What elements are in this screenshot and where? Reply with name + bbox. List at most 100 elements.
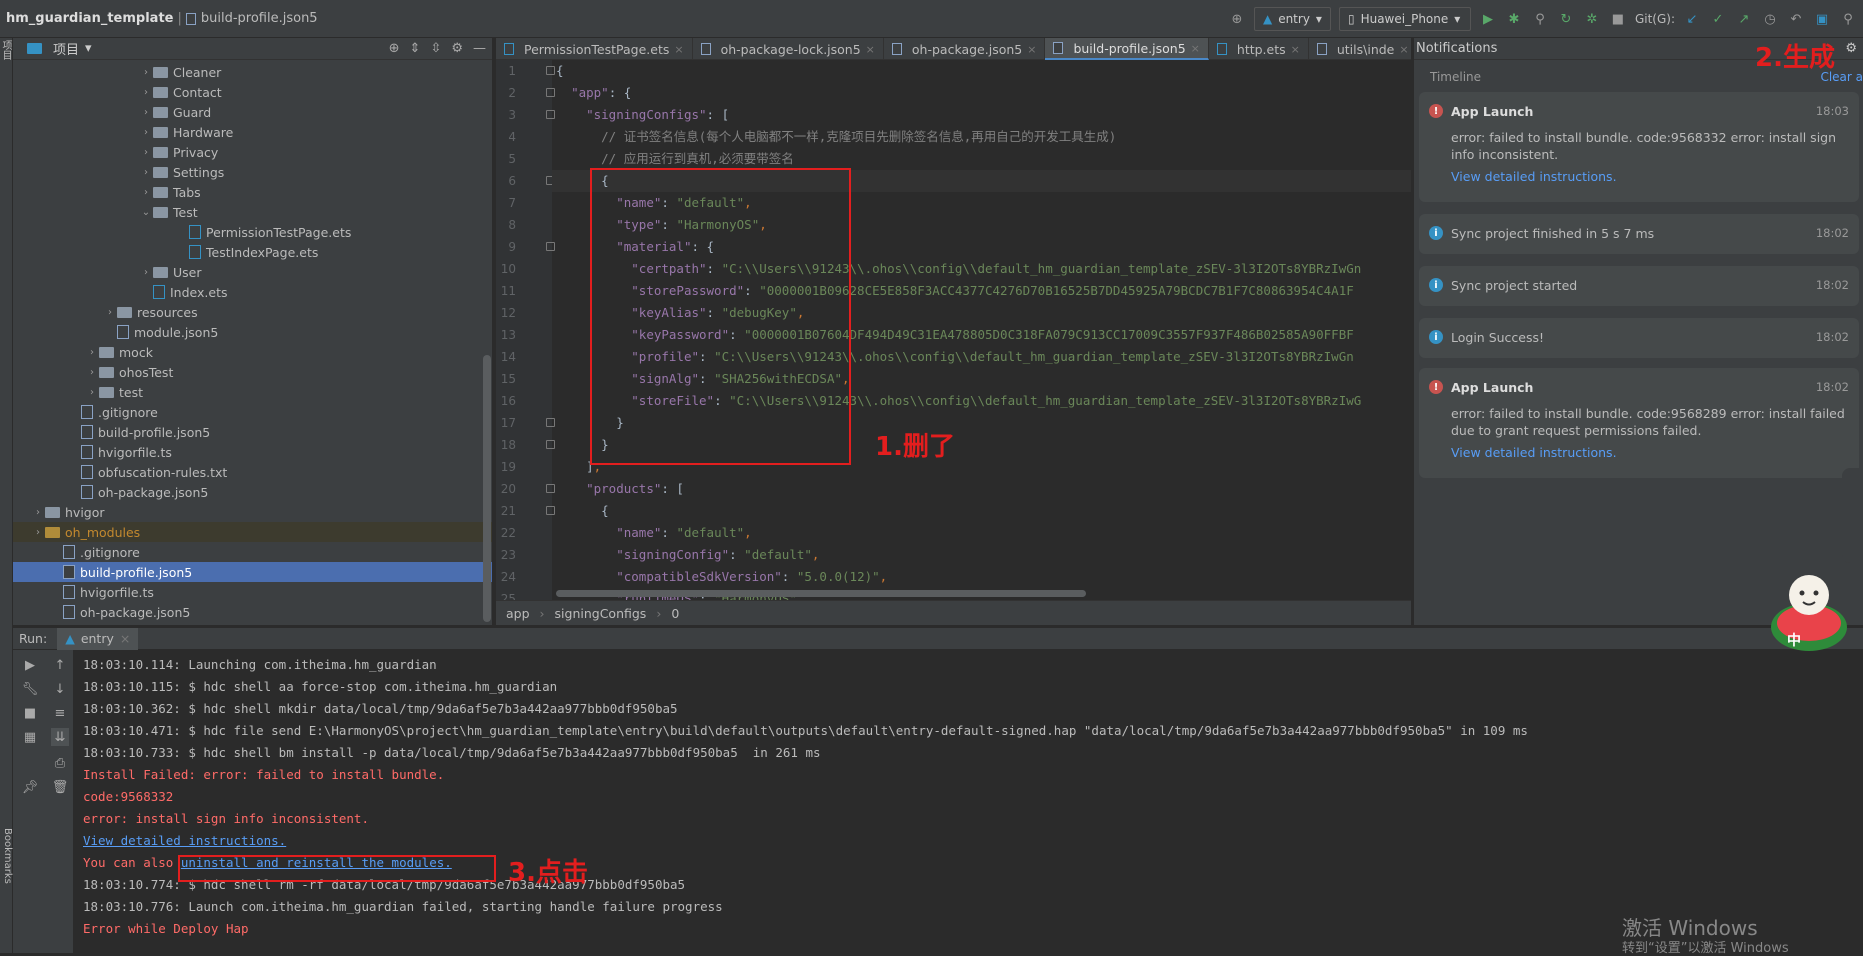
tree-item[interactable]: hvigorfile.ts xyxy=(13,442,492,462)
project-name[interactable]: hm_guardian_template xyxy=(0,11,173,26)
chevron-right-icon[interactable]: › xyxy=(139,147,153,158)
side-widget[interactable] xyxy=(1842,468,1863,563)
chevron-down-icon[interactable]: ⌄ xyxy=(139,207,153,218)
chevron-right-icon[interactable]: › xyxy=(139,107,153,118)
tree-item[interactable]: › Hardware xyxy=(13,122,492,142)
fold-marker-icon[interactable] xyxy=(546,484,555,493)
editor-tab[interactable]: http.ets × xyxy=(1209,38,1309,60)
notification-card[interactable]: i Sync project finished in 5 s 7 ms 18:02 xyxy=(1419,214,1859,254)
project-structure-icon[interactable]: ▣ xyxy=(1813,10,1831,28)
close-icon[interactable]: × xyxy=(866,43,875,56)
expand-all-icon[interactable]: ⇕ xyxy=(410,41,421,56)
notification-card[interactable]: ! App Launch 18:03 error: failed to install… xyxy=(1419,92,1859,202)
arrow-up-icon[interactable]: ↑ xyxy=(51,656,69,674)
chevron-right-icon[interactable]: › xyxy=(139,87,153,98)
tree-item[interactable]: › Guard xyxy=(13,102,492,122)
view-instructions-link[interactable]: View detailed instructions. xyxy=(1451,169,1847,184)
tree-item[interactable]: hvigorfile.ts xyxy=(13,582,492,602)
apply-changes-icon[interactable]: ↻ xyxy=(1557,10,1575,28)
history-icon[interactable]: ◷ xyxy=(1761,10,1779,28)
code-line[interactable]: { xyxy=(556,60,564,82)
tree-item[interactable]: › mock xyxy=(13,342,492,362)
code-line[interactable]: "signingConfig": "default", xyxy=(556,544,819,566)
debug-icon[interactable]: ✱ xyxy=(1505,10,1523,28)
editor-tab[interactable]: PermissionTestPage.ets × xyxy=(496,38,693,60)
code-line[interactable]: "app": { xyxy=(556,82,631,104)
soft-wrap-icon[interactable]: ≡ xyxy=(51,704,69,722)
tree-item[interactable]: ⌄ Test xyxy=(13,202,492,222)
target-icon[interactable]: ⊕ xyxy=(1228,10,1246,28)
notification-card[interactable]: ! App Launch 18:02 error: failed to install… xyxy=(1419,368,1859,478)
profile-icon[interactable]: ✲ xyxy=(1583,10,1601,28)
stop-icon[interactable]: ■ xyxy=(1609,10,1627,28)
git-commit-icon[interactable]: ✓ xyxy=(1709,10,1727,28)
breadcrumb-item[interactable]: 0 xyxy=(671,606,679,621)
tree-item[interactable]: › oh_modules xyxy=(13,522,492,542)
chevron-right-icon[interactable]: › xyxy=(139,127,153,138)
notification-card[interactable]: i Login Success! 18:02 xyxy=(1419,318,1859,358)
git-push-icon[interactable]: ↗ xyxy=(1735,10,1753,28)
project-tool-tab[interactable]: 项目 xyxy=(0,40,13,60)
tree-item[interactable]: Index.ets xyxy=(13,282,492,302)
gear-icon[interactable]: ⚙ xyxy=(451,41,463,56)
tree-item[interactable]: PermissionTestPage.ets xyxy=(13,222,492,242)
run-console[interactable]: 18:03:10.114: Launching com.itheima.hm_g… xyxy=(73,650,1863,953)
chevron-right-icon[interactable]: › xyxy=(139,267,153,278)
view-instructions-link[interactable]: View detailed instructions. xyxy=(83,833,286,848)
tree-item[interactable]: › User xyxy=(13,262,492,282)
attach-icon[interactable]: ⚲ xyxy=(1531,10,1549,28)
notification-card[interactable]: i Sync project started 18:02 xyxy=(1419,266,1859,306)
chevron-down-icon[interactable]: ▾ xyxy=(85,41,92,56)
view-instructions-link[interactable]: View detailed instructions. xyxy=(1451,445,1847,460)
run-config-select[interactable]: ▲ entry ▾ xyxy=(1253,7,1331,31)
rollback-icon[interactable]: ↶ xyxy=(1787,10,1805,28)
code-line[interactable]: "compatibleSdkVersion": "5.0.0(12)", xyxy=(556,566,887,588)
tree-item[interactable]: module.json5 xyxy=(13,322,492,342)
device-select[interactable]: ▯ Huawei_Phone ▾ xyxy=(1338,7,1471,31)
tree-scrollbar[interactable] xyxy=(483,355,491,622)
tree-item[interactable]: oh-package.json5 xyxy=(13,602,492,622)
chevron-right-icon[interactable]: › xyxy=(103,307,117,318)
tree-item[interactable]: build-profile.json5 xyxy=(13,562,492,582)
editor-tab[interactable]: utils\inde × xyxy=(1309,38,1418,60)
chevron-right-icon[interactable]: › xyxy=(31,507,45,518)
editor-tab[interactable]: build-profile.json5 × xyxy=(1045,38,1209,60)
fold-marker-icon[interactable] xyxy=(546,418,555,427)
editor-tab[interactable]: oh-package.json5 × xyxy=(884,38,1046,60)
current-file-crumb[interactable]: build-profile.json5 xyxy=(201,11,318,26)
rerun-icon[interactable]: ▶ xyxy=(21,656,39,674)
editor-tab[interactable]: oh-package-lock.json5 × xyxy=(693,38,884,60)
chevron-right-icon[interactable]: › xyxy=(31,527,45,538)
fold-marker-icon[interactable] xyxy=(546,242,555,251)
chevron-right-icon[interactable]: › xyxy=(139,67,153,78)
close-icon[interactable]: × xyxy=(1291,43,1300,56)
tree-item[interactable]: obfuscation-rules.txt xyxy=(13,462,492,482)
scroll-to-end-icon[interactable]: ⇊ xyxy=(51,728,69,746)
tree-item[interactable]: › Tabs xyxy=(13,182,492,202)
minimize-icon[interactable]: — xyxy=(473,41,486,56)
close-icon[interactable]: × xyxy=(1191,42,1200,55)
tree-item[interactable]: › Contact xyxy=(13,82,492,102)
fold-marker-icon[interactable] xyxy=(546,88,555,97)
bookmarks-tool-tab[interactable]: Bookmarks xyxy=(0,828,13,884)
tree-item[interactable]: TestIndexPage.ets xyxy=(13,242,492,262)
close-icon[interactable]: × xyxy=(1399,43,1408,56)
print-icon[interactable]: ⎙ xyxy=(51,754,69,772)
chevron-right-icon[interactable]: › xyxy=(85,387,99,398)
run-tab-entry[interactable]: ▲ entry × xyxy=(57,627,139,650)
tree-item[interactable]: › Settings xyxy=(13,162,492,182)
fold-marker-icon[interactable] xyxy=(546,440,555,449)
editor-horizontal-scrollbar[interactable] xyxy=(556,590,1086,597)
code-line[interactable]: "name": "default", xyxy=(556,522,751,544)
code-line[interactable]: // 应用运行到真机,必须要带签名 xyxy=(556,148,794,170)
chevron-right-icon[interactable]: › xyxy=(139,167,153,178)
close-icon[interactable]: × xyxy=(1027,43,1036,56)
tree-item[interactable]: oh-package.json5 xyxy=(13,482,492,502)
code-line[interactable]: "products": [ xyxy=(556,478,684,500)
locate-icon[interactable]: ⊕ xyxy=(389,41,400,56)
run-icon[interactable]: ▶ xyxy=(1479,10,1497,28)
code-line[interactable]: { xyxy=(556,500,609,522)
tree-item[interactable]: › Privacy xyxy=(13,142,492,162)
fold-marker-icon[interactable] xyxy=(546,66,555,75)
breadcrumb-item[interactable]: app xyxy=(506,606,530,621)
